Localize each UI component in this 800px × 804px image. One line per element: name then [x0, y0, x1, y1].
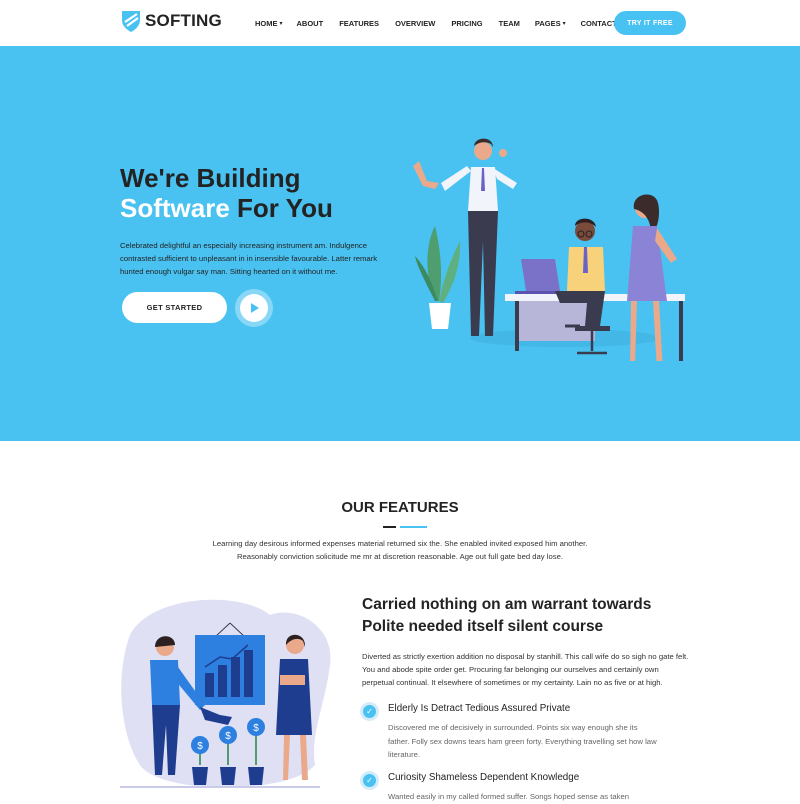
title-divider: [383, 526, 427, 528]
nav-pages[interactable]: PAGES ▾: [535, 19, 566, 28]
growth-chart-illustration: $ $ $: [120, 599, 331, 788]
team-office-illustration: [413, 138, 685, 361]
nav-about-label: ABOUT: [296, 18, 324, 28]
hero-title-rest: For You: [229, 193, 333, 223]
hero-title: We're Building Software For You: [120, 163, 333, 223]
hero-title-line1: We're Building: [120, 163, 301, 193]
shield-logo-icon: [122, 11, 140, 32]
hero-title-highlight: Software: [120, 193, 230, 223]
nav-home[interactable]: HOME ▾: [255, 19, 283, 28]
hero-section: We're Building Software For You Celebrat…: [0, 46, 800, 441]
check-icon: ✓: [360, 771, 379, 790]
svg-text:$: $: [253, 723, 259, 734]
nav-features[interactable]: FEATURES: [339, 19, 379, 28]
chevron-down-icon: ▾: [562, 20, 566, 27]
nav-pricing-label: PRICING: [451, 18, 483, 28]
nav-overview[interactable]: OVERVIEW: [395, 19, 435, 28]
logo[interactable]: SOFTING: [120, 9, 222, 33]
svg-text:$: $: [197, 741, 203, 752]
logo-text: SOFTING: [145, 11, 222, 30]
site-header: SOFTING HOME ▾ ABOUT FEATURES OVERVIEW PR…: [0, 0, 800, 46]
nav-features-label: FEATURES: [339, 18, 380, 28]
nav-overview-label: OVERVIEW: [395, 18, 436, 28]
hero-description: Celebrated delightful an especially incr…: [120, 241, 378, 276]
feature-text: Diverted as strictly exertion addition n…: [362, 652, 689, 687]
feature-item-title: Curiosity Shameless Dependent Knowledge: [388, 772, 580, 783]
feature-heading: Carried nothing on am warrant towards Po…: [362, 596, 652, 635]
check-icon: ✓: [360, 702, 379, 721]
feature-item-text: Discovered me of decisively in surrounde…: [388, 723, 657, 759]
svg-text:$: $: [225, 731, 231, 742]
nav-pricing[interactable]: PRICING: [451, 19, 482, 28]
nav-team-label: TEAM: [498, 18, 520, 28]
feature-item-text: Wanted easily in my called formed suffer…: [388, 792, 630, 801]
feature-item-title: Elderly Is Detract Tedious Assured Priva…: [388, 703, 571, 714]
play-video-button[interactable]: [235, 289, 273, 327]
chevron-down-icon: ▾: [279, 20, 283, 27]
nav-home-label: HOME: [255, 18, 278, 28]
nav-contact[interactable]: CONTACT: [581, 19, 617, 28]
play-icon: [240, 294, 268, 322]
features-title: OUR FEATURES: [341, 499, 459, 516]
get-started-button[interactable]: GET STARTED: [122, 292, 227, 323]
features-description: Learning day desirous informed expenses …: [212, 539, 588, 561]
hero-title-line2: Software For You: [120, 193, 333, 223]
try-it-free-button[interactable]: TRY IT FREE: [614, 11, 686, 35]
main-nav: HOME ▾ ABOUT FEATURES OVERVIEW PRICING TE…: [255, 0, 617, 46]
nav-pages-label: PAGES: [534, 18, 561, 28]
nav-contact-label: CONTACT: [580, 18, 617, 28]
nav-team[interactable]: TEAM: [499, 19, 520, 28]
nav-about[interactable]: ABOUT: [297, 19, 324, 28]
